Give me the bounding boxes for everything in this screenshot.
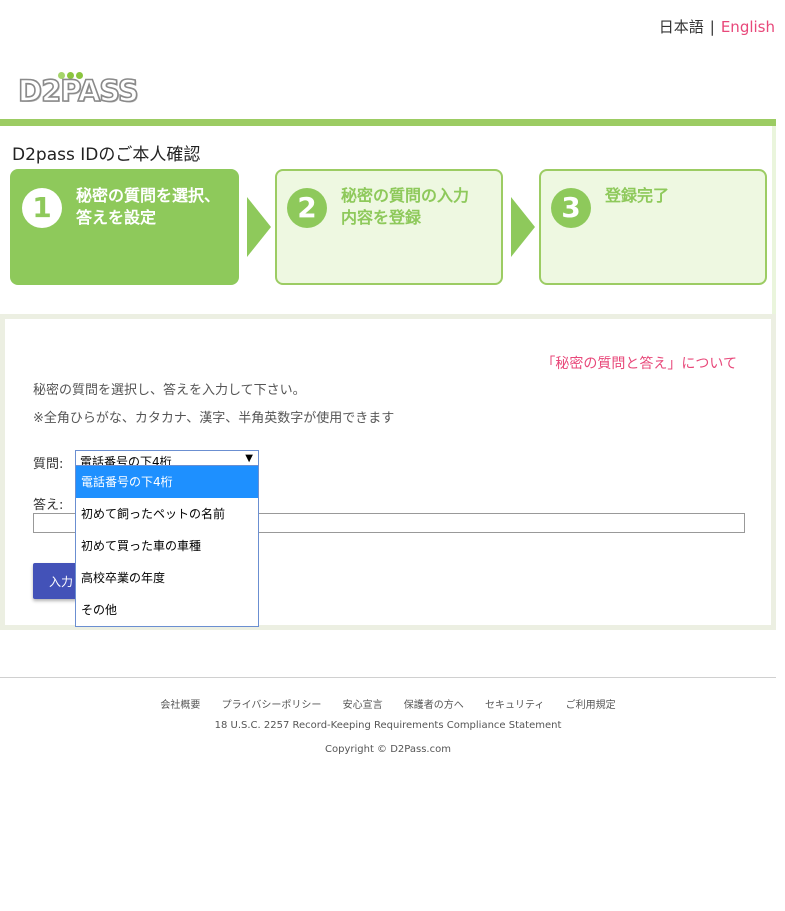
chevron-down-icon: ▼ xyxy=(245,453,253,464)
d2pass-logo[interactable]: D2PASS xyxy=(17,64,140,109)
page-title: D2pass IDのご本人確認 xyxy=(12,145,201,165)
step-1-line2: 答えを設定 xyxy=(76,208,157,227)
question-label: 質問: xyxy=(33,457,64,472)
step-arrow-icon xyxy=(247,197,271,257)
footer-link-terms[interactable]: ご利用規定 xyxy=(566,700,616,711)
footer-link-safety[interactable]: 安心宣言 xyxy=(343,700,383,711)
logo-text: D2PASS xyxy=(17,73,139,109)
secret-question-help-link[interactable]: 「秘密の質問と答え」について xyxy=(541,353,737,373)
copyright: Copyright © D2Pass.com xyxy=(325,744,451,755)
step-1-number-icon: 1 xyxy=(22,188,62,228)
step-3-number-icon: 3 xyxy=(551,188,591,228)
footer-link-security[interactable]: セキュリティ xyxy=(485,700,544,711)
lang-separator: | xyxy=(709,18,715,36)
dropdown-option[interactable]: 初めて飼ったペットの名前 xyxy=(76,498,258,530)
lang-japanese[interactable]: 日本語 xyxy=(659,18,704,36)
header-divider xyxy=(0,119,776,126)
dropdown-option[interactable]: 初めて買った車の車種 xyxy=(76,530,258,562)
footer-link-parents[interactable]: 保護者の方へ xyxy=(404,700,464,711)
language-switcher: 日本語 | English xyxy=(659,16,775,37)
step-1-label: 秘密の質問を選択、 答えを設定 xyxy=(76,185,220,229)
step-2-label: 秘密の質問の入力 内容を登録 xyxy=(341,185,469,229)
question-dropdown-list: 電話番号の下4桁 初めて飼ったペットの名前 初めて買った車の車種 高校卒業の年度… xyxy=(75,465,259,627)
step-2-line1: 秘密の質問の入力 xyxy=(341,186,470,205)
lang-english-link[interactable]: English xyxy=(721,18,775,36)
footer-links: 会社概要 プライバシーポリシー 安心宣言 保護者の方へ セキュリティ ご利用規定 xyxy=(0,696,776,711)
answer-label: 答え: xyxy=(33,498,64,513)
footer-divider xyxy=(0,677,776,678)
step-1-line1: 秘密の質問を選択、 xyxy=(76,186,221,205)
step-1-current: 1 秘密の質問を選択、 答えを設定 xyxy=(10,169,239,285)
step-2: 2 秘密の質問の入力 内容を登録 xyxy=(275,169,503,285)
instruction-text: 秘密の質問を選択し、答えを入力して下さい。 xyxy=(33,383,306,398)
dropdown-option[interactable]: 電話番号の下4桁 xyxy=(76,466,258,498)
step-2-line2: 内容を登録 xyxy=(341,208,422,227)
step-3-label: 登録完了 xyxy=(605,185,669,207)
step-3: 3 登録完了 xyxy=(539,169,767,285)
dropdown-option[interactable]: その他 xyxy=(76,594,258,626)
character-note: ※全角ひらがな、カタカナ、漢字、半角英数字が使用できます xyxy=(33,411,395,426)
footer-link-company[interactable]: 会社概要 xyxy=(160,700,200,711)
step-2-number-icon: 2 xyxy=(287,188,327,228)
footer-link-privacy[interactable]: プライバシーポリシー xyxy=(222,700,322,711)
steps-area-edge xyxy=(772,126,776,314)
step-3-line1: 登録完了 xyxy=(605,186,670,205)
compliance-statement-link[interactable]: 18 U.S.C. 2257 Record-Keeping Requiremen… xyxy=(0,720,776,731)
step-arrow-icon xyxy=(511,197,535,257)
dropdown-option[interactable]: 高校卒業の年度 xyxy=(76,562,258,594)
